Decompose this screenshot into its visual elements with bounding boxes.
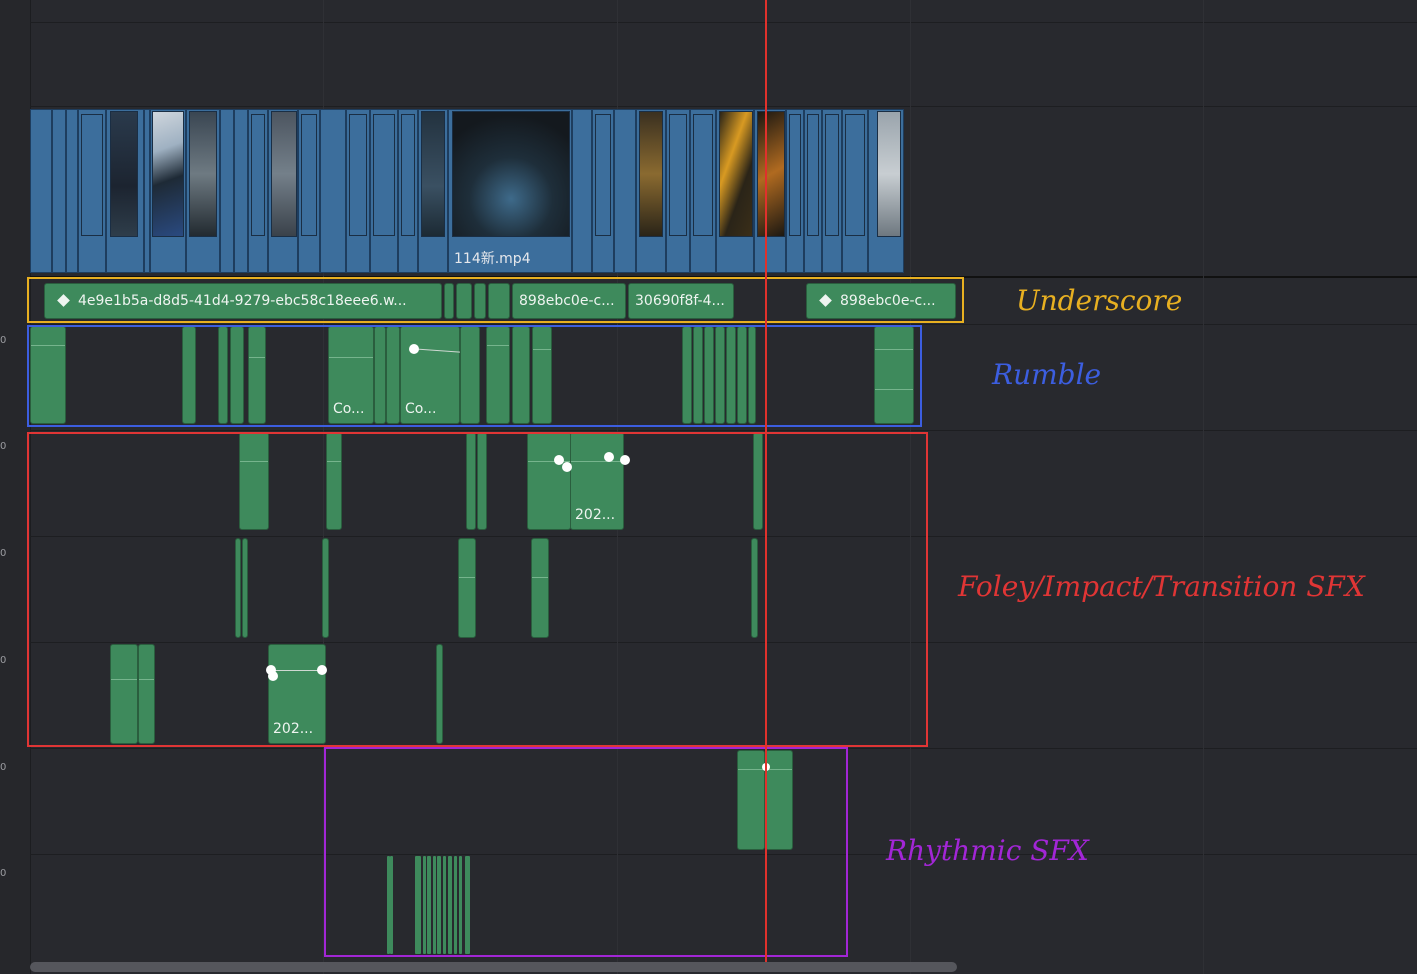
video-thumbnail [452, 111, 570, 237]
video-thumbnail [719, 111, 753, 237]
video-thumbnail [757, 111, 785, 237]
video-clip[interactable] [320, 109, 346, 273]
video-clip[interactable] [398, 109, 418, 273]
video-clip[interactable] [572, 109, 592, 273]
foley-annotation-box [27, 432, 928, 747]
underscore-annotation-label: Underscore [1016, 284, 1183, 317]
video-clip[interactable] [592, 109, 614, 273]
video-thumbnail [110, 111, 138, 237]
video-clip[interactable] [346, 109, 370, 273]
video-clip[interactable] [666, 109, 690, 273]
video-clip[interactable] [298, 109, 320, 273]
video-thumbnail [421, 111, 445, 237]
track-header-mark: 0 [0, 548, 7, 559]
video-clip[interactable] [804, 109, 822, 273]
video-clip[interactable] [614, 109, 636, 273]
rhythmic-annotation-label: Rhythmic SFX [886, 834, 1089, 867]
horizontal-scrollbar[interactable] [30, 962, 957, 972]
playhead[interactable] [765, 0, 767, 962]
rumble-annotation-box [27, 325, 922, 427]
video-clip[interactable] [220, 109, 234, 273]
timecode-gridline [1203, 0, 1204, 974]
video-clip[interactable] [52, 109, 66, 273]
video-clip[interactable] [690, 109, 716, 273]
track-header-mark: 0 [0, 655, 7, 666]
foley-annotation-label: Foley/Impact/Transition SFX [958, 570, 1365, 603]
video-clip[interactable] [370, 109, 398, 273]
track-header-mark: 0 [0, 762, 7, 773]
video-clip[interactable] [822, 109, 842, 273]
video-clip[interactable] [66, 109, 78, 273]
video-thumbnail [152, 111, 184, 237]
video-thumbnail [271, 111, 297, 237]
video-clip[interactable] [234, 109, 248, 273]
video-clip-label: 114新.mp4 [454, 251, 531, 267]
underscore-annotation-box [27, 277, 964, 323]
track-header-mark: 0 [0, 441, 7, 452]
timeline-panel: 0 0 0 0 0 0 114新.mp4 4e9e1b5a-d8d5-41d4-… [0, 0, 1417, 974]
video-thumbnail [639, 111, 663, 237]
rhythmic-annotation-box [324, 747, 848, 957]
video-thumbnail [189, 111, 217, 237]
track-header-mark: 0 [0, 335, 7, 346]
video-clip[interactable] [248, 109, 268, 273]
empty-video-track [30, 22, 1417, 107]
video-clip[interactable] [78, 109, 106, 273]
video-clip[interactable] [786, 109, 804, 273]
video-clip[interactable] [30, 109, 52, 273]
video-clip[interactable] [842, 109, 868, 273]
rumble-annotation-label: Rumble [992, 358, 1102, 391]
video-thumbnail [877, 111, 901, 237]
track-header-mark: 0 [0, 868, 7, 879]
